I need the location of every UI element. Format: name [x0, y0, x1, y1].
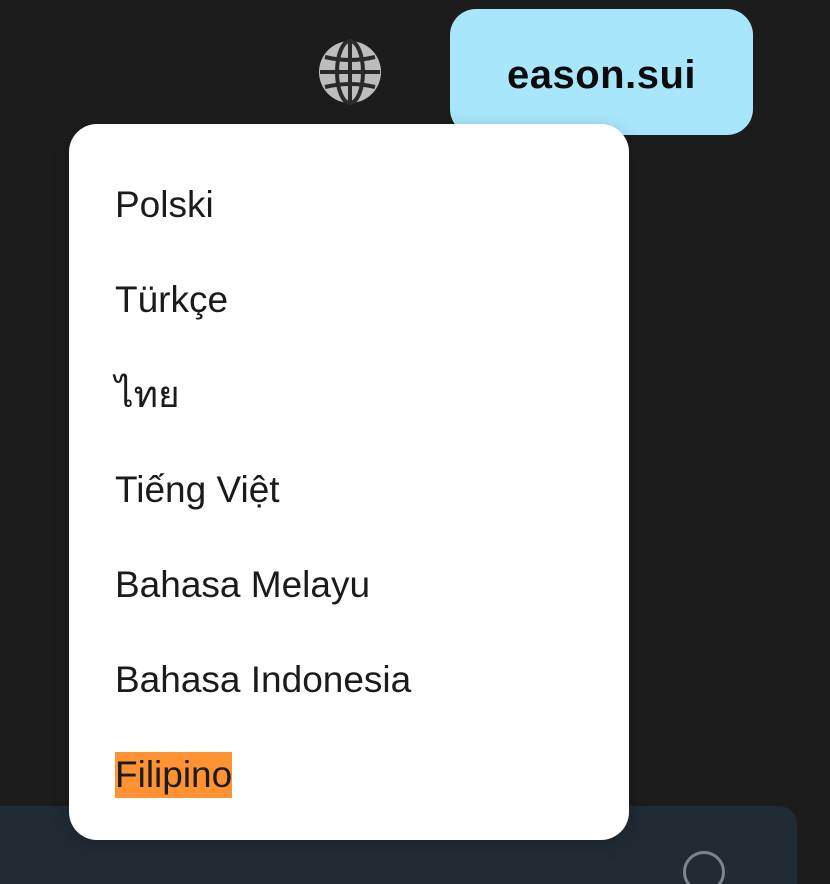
user-account-button[interactable]: eason.sui	[450, 9, 753, 135]
language-option-polski[interactable]: Polski	[115, 182, 214, 228]
language-option-thai[interactable]: ไทย	[115, 372, 180, 418]
language-dropdown-menu: Polski Türkçe ไทย Tiếng Việt Bahasa Mela…	[69, 124, 629, 840]
language-option-tieng-viet[interactable]: Tiếng Việt	[115, 467, 280, 513]
language-option-turkce[interactable]: Türkçe	[115, 277, 228, 323]
language-option-bahasa-melayu[interactable]: Bahasa Melayu	[115, 562, 370, 608]
page: eason.sui Polski Türkçe ไทย Tiếng Việt B…	[0, 0, 830, 884]
globe-icon	[319, 39, 381, 105]
language-option-filipino[interactable]: Filipino	[115, 752, 233, 798]
language-button[interactable]	[316, 38, 384, 106]
circle-icon[interactable]	[683, 851, 725, 884]
language-option-bahasa-indonesia[interactable]: Bahasa Indonesia	[115, 657, 411, 703]
username-label: eason.sui	[506, 53, 696, 97]
